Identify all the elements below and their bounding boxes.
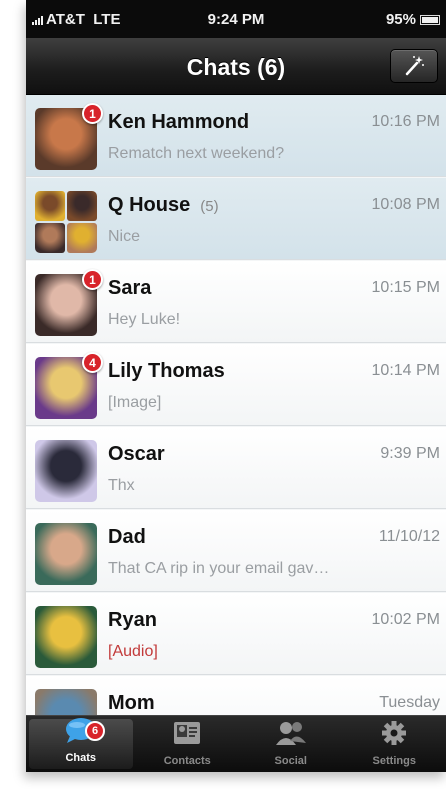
compose-button[interactable] [390, 49, 438, 83]
contact-name-text: Lily Thomas [108, 360, 225, 382]
tab-label: Social [274, 755, 307, 767]
chat-row[interactable]: 1 Sara 10:15 PM Hey Luke! [26, 261, 446, 343]
contact-name: Ryan [108, 609, 157, 632]
chat-row[interactable]: Mom Tuesday [26, 676, 446, 715]
message-time: 10:02 PM [371, 611, 440, 628]
message-time: 10:14 PM [371, 362, 440, 379]
message-preview: Thx [108, 477, 135, 494]
people-icon [274, 719, 308, 752]
message-time: 9:39 PM [380, 445, 440, 462]
battery-percent: 95% [385, 11, 416, 28]
status-time: 9:24 PM [207, 11, 265, 28]
message-time: 10:15 PM [371, 279, 440, 296]
contact-name-text: Sara [108, 277, 152, 299]
contact-name-text: Ken Hammond [108, 111, 250, 133]
contact-avatar [35, 440, 97, 502]
message-preview: Hey Luke! [108, 311, 181, 328]
message-preview: That CA rip in your email gav… [108, 560, 330, 577]
member-count: (5) [200, 198, 219, 215]
message-preview: [Image] [108, 394, 162, 411]
chat-list: 1 Ken Hammond 10:16 PM Rematch next weekend… [26, 95, 446, 715]
contact-avatar [35, 689, 97, 715]
chat-row[interactable]: Ryan 10:02 PM [Audio] [26, 593, 446, 675]
contact-name-text: Ryan [108, 609, 157, 631]
avatar-tile [35, 223, 65, 253]
contact-name: Sara [108, 277, 151, 300]
magic-wand-icon [405, 56, 424, 76]
contact-name: Ken Hammond [108, 111, 249, 134]
tab-bar: Chats 6 Contacts Social Settings [26, 715, 446, 772]
tab-label: Contacts [163, 755, 211, 767]
tab-label: Chats [65, 752, 97, 764]
contact-name-text: Q House [108, 194, 191, 216]
navigation-bar: Chats (6) [26, 38, 446, 95]
message-time: Tuesday [379, 694, 440, 711]
contact-name: Oscar [108, 443, 165, 466]
message-time: 10:08 PM [371, 196, 440, 213]
message-time: 10:16 PM [371, 113, 440, 130]
contact-card-icon [170, 719, 204, 752]
message-time: 11/10/12 [378, 528, 440, 545]
contact-avatar [35, 606, 97, 668]
chat-row[interactable]: 1 Ken Hammond 10:16 PM Rematch next weekend… [26, 95, 446, 177]
avatar-tile [67, 191, 97, 221]
contact-name: Lily Thomas [108, 360, 225, 383]
phone-screen: AT&T LTE 9:24 PM 95% Chats (6) 1 Ken Hamm… [26, 0, 446, 772]
chat-row[interactable]: Oscar 9:39 PM Thx [26, 427, 446, 509]
avatar-tile [35, 191, 65, 221]
battery-indicator: 95% [386, 11, 440, 28]
contact-name-text: Oscar [108, 443, 165, 465]
tab-label: Settings [372, 755, 416, 767]
battery-icon [420, 14, 440, 25]
tab-badge: 6 [85, 721, 105, 741]
unread-badge: 4 [82, 352, 103, 373]
message-preview: Nice [108, 228, 141, 245]
chat-row[interactable]: 4 Lily Thomas 10:14 PM [Image] [26, 344, 446, 426]
tab-contacts[interactable]: Contacts [136, 716, 240, 772]
group-avatar [35, 191, 97, 253]
contact-avatar [35, 523, 97, 585]
tab-chats[interactable]: Chats 6 [29, 718, 133, 769]
tab-social[interactable]: Social [239, 716, 343, 772]
contact-name: Q House (5) [108, 194, 219, 217]
chat-row[interactable]: Dad 11/10/12 That CA rip in your email gav… [26, 510, 446, 592]
contact-name: Mom [108, 692, 155, 715]
avatar-tile [67, 223, 97, 253]
tab-settings[interactable]: Settings [343, 716, 446, 772]
message-preview: Rematch next weekend? [108, 145, 285, 162]
gear-icon [377, 719, 411, 752]
message-preview: [Audio] [108, 643, 158, 660]
contact-name-text: Mom [108, 692, 155, 714]
unread-badge: 1 [82, 103, 103, 124]
contact-name-text: Dad [108, 526, 146, 548]
unread-badge: 1 [82, 269, 103, 290]
status-bar: AT&T LTE 9:24 PM 95% [26, 0, 446, 38]
chat-row[interactable]: Q House (5) 10:08 PM Nice [26, 178, 446, 260]
page-title: Chats (6) [186, 54, 286, 80]
contact-name: Dad [108, 526, 146, 549]
